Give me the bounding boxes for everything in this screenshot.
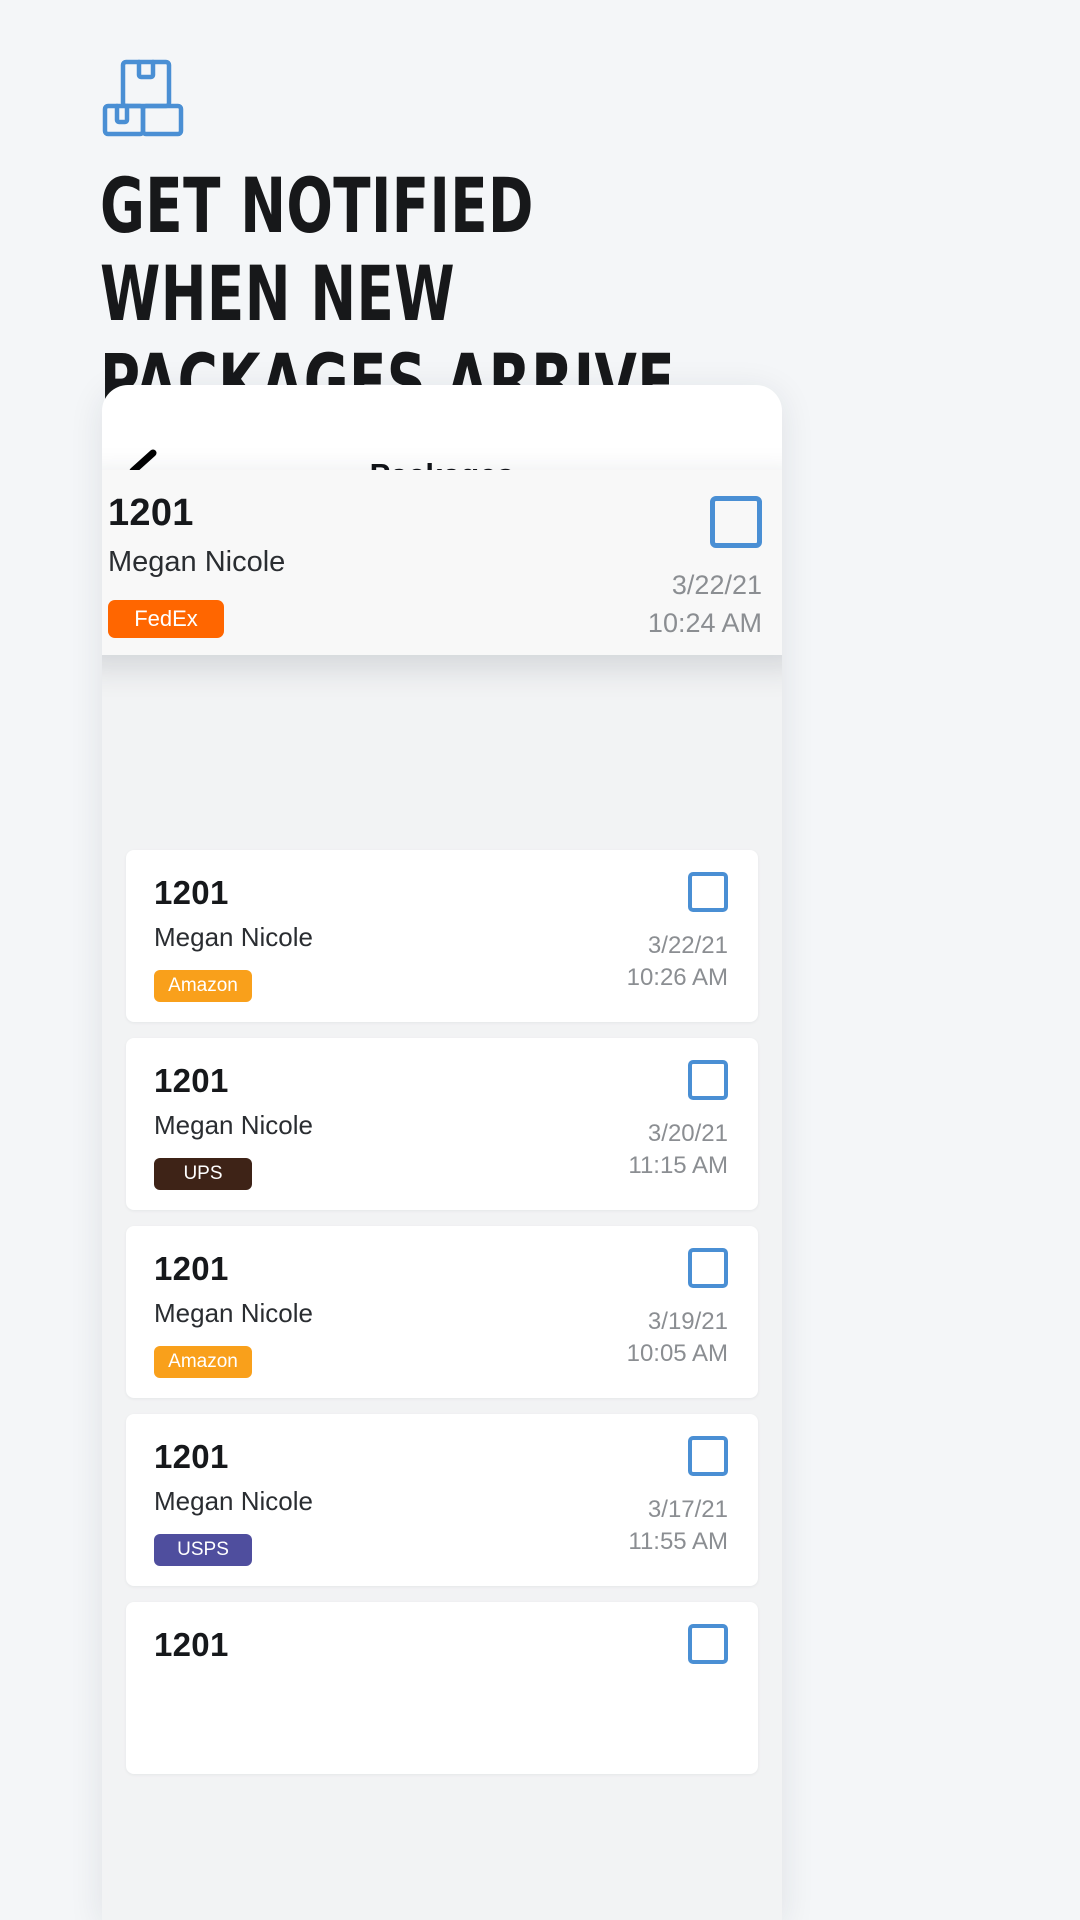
package-timestamp: 3/20/21 11:15 AM [628, 1118, 728, 1182]
landing-page: GET NOTIFIED WHEN NEW PACKAGES ARRIVE Pa… [0, 0, 1080, 1920]
package-recipient: Megan Nicole [154, 1486, 313, 1516]
featured-card-anchor: 1201 Megan Nicole FedEx 3/22/21 10:24 AM [102, 470, 782, 850]
package-checkbox[interactable] [688, 1248, 728, 1288]
package-unit: 1201 [154, 1062, 229, 1099]
package-time: 10:24 AM [647, 608, 762, 638]
carrier-badge: USPS [154, 1534, 252, 1566]
stacked-boxes-icon [101, 58, 191, 138]
package-time: 10:05 AM [626, 1340, 728, 1367]
package-recipient: Megan Nicole [154, 1110, 313, 1140]
package-recipient: Megan Nicole [154, 922, 313, 952]
package-unit: 1201 [154, 1626, 229, 1663]
package-timestamp: 3/22/21 10:24 AM [648, 566, 762, 642]
package-checkbox[interactable] [688, 1060, 728, 1100]
package-unit: 1201 [154, 1438, 229, 1475]
list-item[interactable]: 1201 Megan Nicole Amazon 3/22/21 10:26 A… [126, 850, 758, 1022]
list-item[interactable]: 1201 Megan Nicole Amazon 3/19/21 10:05 A… [126, 1226, 758, 1398]
package-date: 3/19/21 [647, 1308, 728, 1335]
package-list[interactable]: Total Records: 8 1201 Megan Nicole FedEx… [102, 470, 782, 1920]
list-item[interactable]: 1201 Megan Nicole FedEx 3/22/21 10:24 AM [102, 470, 782, 655]
package-time: 11:55 AM [628, 1528, 728, 1555]
package-unit: 1201 [154, 1250, 229, 1287]
package-timestamp: 3/19/21 10:05 AM [627, 1306, 728, 1370]
package-date: 3/17/21 [647, 1496, 728, 1523]
list-item[interactable]: 1201 Megan Nicole UPS 3/20/21 11:15 AM [126, 1038, 758, 1210]
package-timestamp: 3/17/21 11:55 AM [628, 1494, 728, 1558]
package-checkbox[interactable] [688, 1436, 728, 1476]
carrier-badge: FedEx [108, 600, 224, 638]
package-recipient: Megan Nicole [154, 1298, 313, 1328]
carrier-badge: Amazon [154, 1346, 252, 1378]
package-time: 11:15 AM [628, 1152, 728, 1179]
package-checkbox[interactable] [688, 872, 728, 912]
package-checkbox[interactable] [688, 1624, 728, 1664]
package-date: 3/20/21 [647, 1120, 728, 1147]
package-date: 3/22/21 [647, 932, 728, 959]
package-timestamp: 3/22/21 10:26 AM [627, 930, 728, 994]
package-unit: 1201 [108, 492, 194, 534]
app-screen-mockup: Packages Ready for Pick Up Picked Up Tot… [102, 385, 782, 1920]
list-item[interactable]: 1201 [126, 1602, 758, 1774]
list-item[interactable]: 1201 Megan Nicole USPS 3/17/21 11:55 AM [126, 1414, 758, 1586]
carrier-badge: UPS [154, 1158, 252, 1190]
carrier-badge: Amazon [154, 970, 252, 1002]
package-time: 10:26 AM [626, 964, 728, 991]
package-recipient: Megan Nicole [108, 546, 286, 578]
package-checkbox[interactable] [710, 496, 762, 548]
package-unit: 1201 [154, 874, 229, 911]
package-date: 3/22/21 [671, 570, 762, 600]
